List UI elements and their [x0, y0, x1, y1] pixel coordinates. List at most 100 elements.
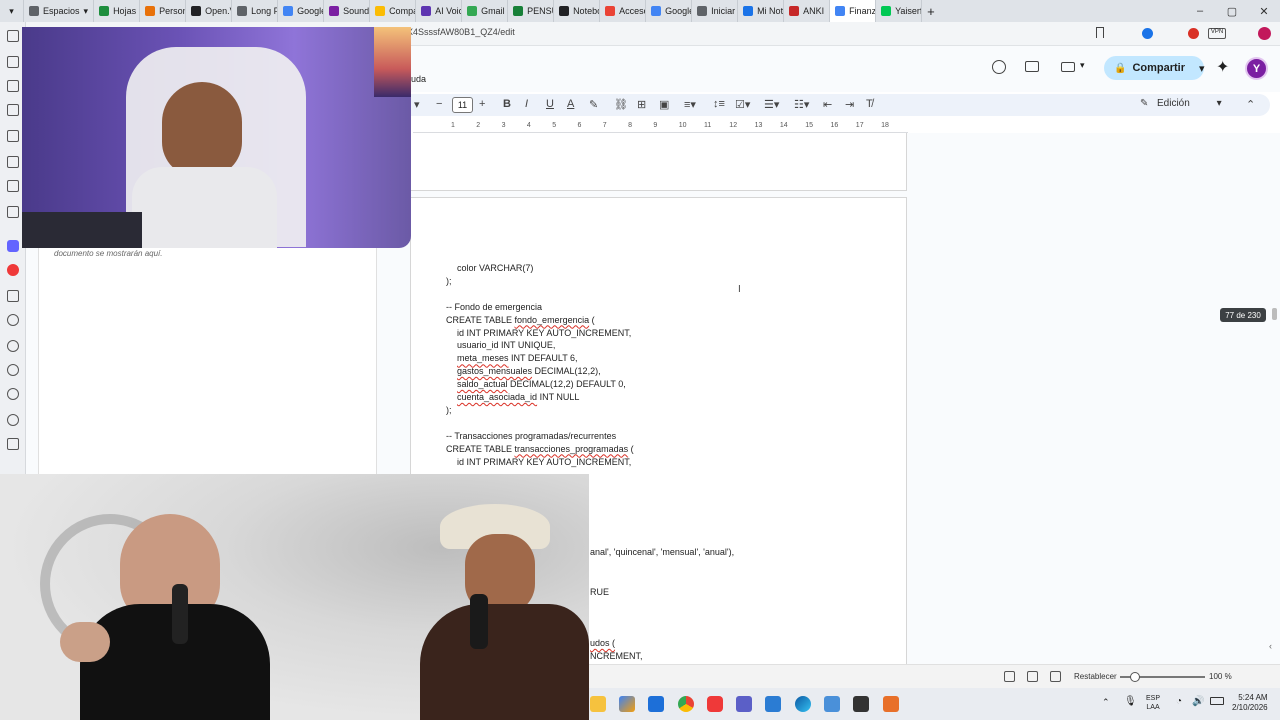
- underline-button[interactable]: U: [546, 98, 554, 110]
- window-icon[interactable]: [1027, 671, 1038, 682]
- vivaldi-icon[interactable]: [707, 696, 723, 712]
- close-window-button[interactable]: ✕: [1248, 5, 1280, 18]
- image-icon[interactable]: ▣: [659, 98, 669, 111]
- bulleted-list-icon[interactable]: ☰▾: [764, 98, 779, 111]
- increase-indent-icon[interactable]: ⇥: [845, 98, 854, 111]
- browser-tab[interactable]: Noteboo: [554, 0, 601, 22]
- language-indicator[interactable]: ESP LAA: [1146, 694, 1160, 712]
- notes-icon[interactable]: [7, 130, 19, 142]
- chevron-up-icon[interactable]: ⌃: [1102, 697, 1110, 708]
- line-spacing-icon[interactable]: ↕≡: [713, 98, 725, 110]
- text-color-button[interactable]: A: [567, 98, 574, 110]
- browser-tab[interactable]: Yaiserfel: [876, 0, 923, 22]
- new-tab-button[interactable]: +: [922, 0, 940, 22]
- misspelled-identifier[interactable]: cuenta_asociada_id: [457, 392, 537, 402]
- url-text[interactable]: OX4SsssfAW80B1_QZ4/edit: [400, 27, 515, 37]
- editing-mode-dropdown[interactable]: Edición ▾: [1157, 98, 1222, 109]
- downloads-icon[interactable]: [7, 80, 19, 92]
- document-page[interactable]: [410, 133, 907, 191]
- web-panel-icon[interactable]: [7, 388, 19, 400]
- sidebar-panel-icon[interactable]: [7, 30, 19, 42]
- clock[interactable]: 5:24 AM 2/10/2026: [1232, 693, 1268, 713]
- translate-icon[interactable]: [7, 156, 19, 168]
- misspelled-identifier[interactable]: saldo_actual: [457, 379, 508, 389]
- browser-tab[interactable]: AI Voice: [416, 0, 463, 22]
- comments-icon[interactable]: [1025, 61, 1039, 72]
- extension-icon[interactable]: [1188, 28, 1199, 39]
- zoom-reset-button[interactable]: Restablecer: [1074, 672, 1117, 681]
- menu-help[interactable]: uda: [411, 74, 426, 84]
- chevron-down-icon[interactable]: ▾: [1199, 62, 1205, 75]
- misspelled-identifier[interactable]: transacciones_programadas: [515, 444, 629, 454]
- misspelled-identifier[interactable]: gastos_mensuales: [457, 366, 532, 376]
- browser-tab[interactable]: Mi Nota: [738, 0, 785, 22]
- browser-tab[interactable]: Long Fo: [232, 0, 279, 22]
- misspelled-identifier[interactable]: meta_meses: [457, 353, 509, 363]
- reading-list-icon[interactable]: [7, 206, 19, 218]
- scrollbar[interactable]: [1272, 308, 1277, 320]
- azure-icon[interactable]: [765, 696, 781, 712]
- meet-icon[interactable]: [1061, 62, 1075, 72]
- workspace-button[interactable]: Espacios ▾: [24, 0, 95, 22]
- capture-icon[interactable]: [1004, 671, 1015, 682]
- version-history-icon[interactable]: [992, 60, 1006, 74]
- copilot-icon[interactable]: [619, 696, 635, 712]
- comment-icon[interactable]: ⊞: [637, 98, 646, 111]
- volume-icon[interactable]: 🔊: [1192, 696, 1204, 707]
- decrease-indent-icon[interactable]: ⇤: [823, 98, 832, 111]
- clear-format-icon[interactable]: T̸: [866, 98, 873, 110]
- wikipedia-icon[interactable]: [7, 290, 19, 302]
- mastodon-icon[interactable]: [7, 240, 19, 252]
- share-button[interactable]: 🔒 Compartir ▾: [1104, 56, 1205, 80]
- align-icon[interactable]: ≡▾: [684, 98, 696, 111]
- monitor-icon[interactable]: [824, 696, 840, 712]
- chevron-down-icon[interactable]: ▾: [1080, 60, 1085, 71]
- web-panel-icon[interactable]: [7, 414, 19, 426]
- store-icon[interactable]: [648, 696, 664, 712]
- browser-tab[interactable]: Google C: [646, 0, 693, 22]
- vpn-icon[interactable]: VPN: [1208, 28, 1226, 39]
- browser-tab[interactable]: Open.Vi: [186, 0, 233, 22]
- gemini-icon[interactable]: ✦: [1216, 57, 1229, 77]
- bookmark-icon[interactable]: [1096, 27, 1104, 38]
- browser-tab[interactable]: Hojas de: [94, 0, 141, 22]
- history-icon[interactable]: [7, 104, 19, 116]
- web-panel-icon[interactable]: [7, 340, 19, 352]
- browser-tab[interactable]: Iniciar Se: [692, 0, 739, 22]
- microphone-icon[interactable]: 🎙: [1124, 696, 1137, 707]
- web-panel-icon[interactable]: [7, 314, 19, 326]
- collapse-toolbar-icon[interactable]: ⌃: [1246, 98, 1255, 111]
- battery-icon[interactable]: [1210, 697, 1224, 705]
- browser-tab[interactable]: Sounds /: [324, 0, 371, 22]
- browser-menu-button[interactable]: ▾: [0, 0, 24, 22]
- link-icon[interactable]: ⛓: [614, 98, 628, 111]
- extension-icon[interactable]: [1142, 28, 1153, 39]
- page-icon[interactable]: [1050, 671, 1061, 682]
- browser-tab[interactable]: Google C: [278, 0, 325, 22]
- app-icon[interactable]: [883, 696, 899, 712]
- window-icon[interactable]: [7, 180, 19, 192]
- decrease-font-button[interactable]: −: [436, 98, 442, 110]
- ruler[interactable]: 1 2 3 4 5 6 7 8 9 10 11 12 13 14 15 16 17 18: [413, 121, 908, 133]
- minimize-button[interactable]: –: [1184, 5, 1216, 17]
- checklist-icon[interactable]: ☑▾: [735, 98, 750, 111]
- avatar[interactable]: Y: [1245, 57, 1268, 80]
- teams-icon[interactable]: [736, 696, 752, 712]
- wifi-icon[interactable]: ◔: [1176, 696, 1182, 707]
- misspelled-identifier[interactable]: fondo_emergencia: [515, 315, 590, 325]
- web-panel-icon[interactable]: [7, 364, 19, 376]
- chevron-down-icon[interactable]: ▾: [414, 98, 420, 111]
- increase-font-button[interactable]: +: [479, 98, 485, 110]
- bookmarks-icon[interactable]: [7, 56, 19, 68]
- browser-tab[interactable]: Acceso a: [600, 0, 647, 22]
- browser-tab[interactable]: Finanza: [830, 0, 877, 22]
- chevron-left-icon[interactable]: ‹: [1269, 641, 1272, 651]
- chrome-icon[interactable]: [678, 696, 694, 712]
- browser-tab[interactable]: Compart: [370, 0, 417, 22]
- recording-app-icon[interactable]: [853, 696, 869, 712]
- bold-button[interactable]: B: [503, 98, 511, 110]
- browser-tab[interactable]: Gmail 1/: [462, 0, 509, 22]
- browser-tab[interactable]: ANKI: [784, 0, 831, 22]
- profile-icon[interactable]: [1258, 27, 1271, 40]
- maximize-button[interactable]: ▢: [1216, 5, 1248, 18]
